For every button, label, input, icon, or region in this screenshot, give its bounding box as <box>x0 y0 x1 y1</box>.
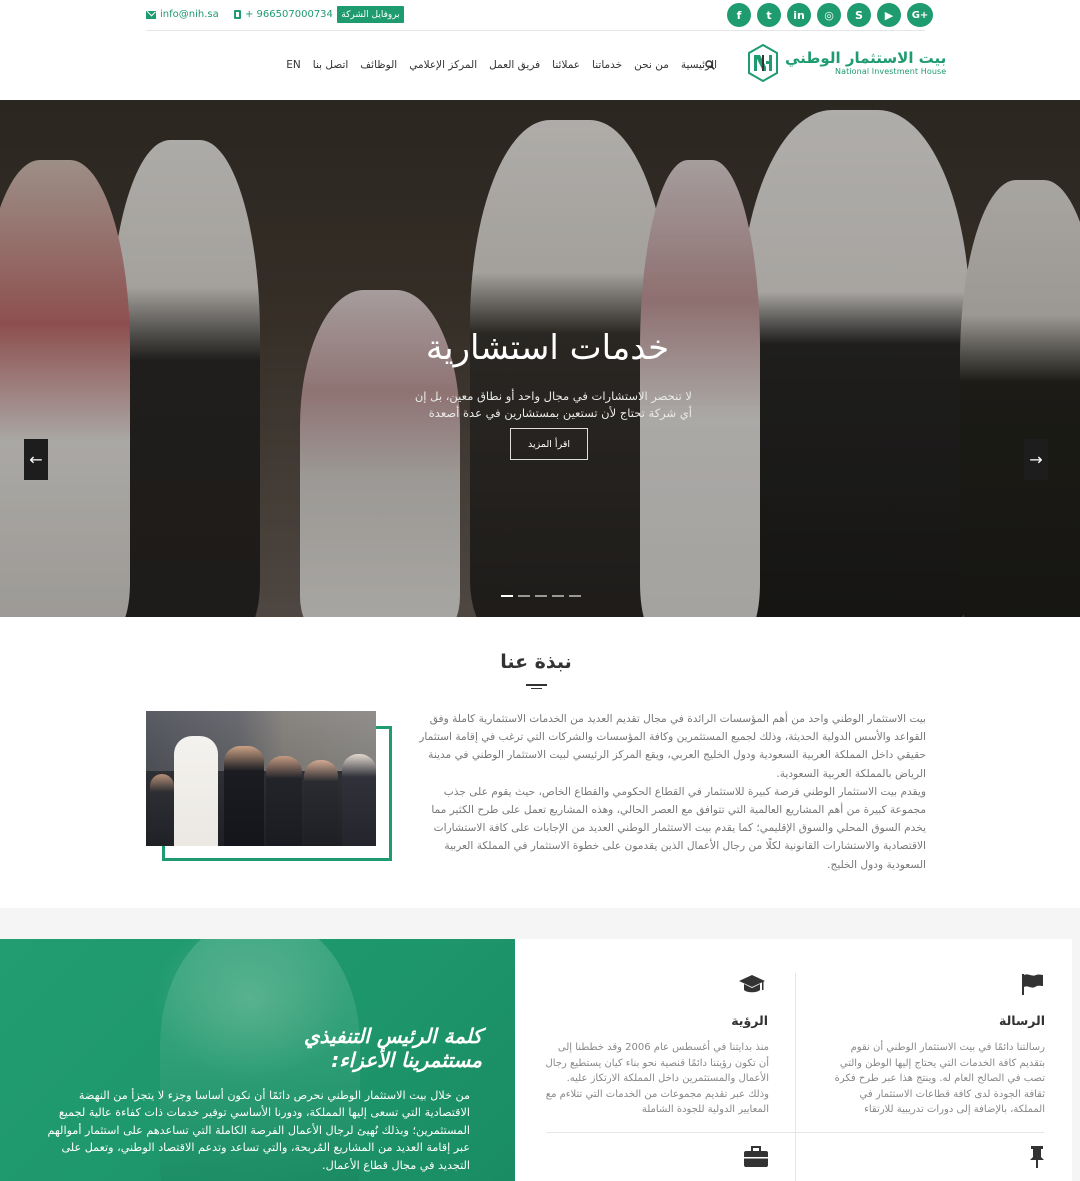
about-photo-person <box>174 736 218 846</box>
about-photo-person <box>342 754 376 846</box>
about-title: نبذة عنا <box>500 651 572 673</box>
nav-item-team[interactable]: فريق العمل <box>489 59 540 71</box>
ceo-title-line: مستثمرينا الأعزاء: <box>331 1048 482 1072</box>
about-photo-person <box>150 774 174 846</box>
about-photo-person <box>266 756 302 846</box>
slider-dot[interactable] <box>552 595 564 597</box>
pushpin-icon <box>1030 1146 1044 1168</box>
about-text: بيت الاستثمار الوطني واحد من أهم المؤسسا… <box>416 710 926 874</box>
facebook-icon[interactable]: f <box>727 3 751 27</box>
twitter-icon[interactable]: t <box>757 3 781 27</box>
language-switch[interactable]: EN <box>286 59 301 71</box>
email-link[interactable]: info@nih.sa <box>146 9 219 20</box>
vision-title: الرؤية <box>731 1013 768 1028</box>
envelope-icon <box>146 10 156 19</box>
phone-link[interactable]: + 966507000734 <box>234 9 333 20</box>
about-photo-person <box>224 746 264 846</box>
graduation-cap-icon <box>739 975 765 993</box>
slider-dot[interactable] <box>501 595 513 597</box>
nav-item-contact[interactable]: اتصل بنا <box>313 59 349 71</box>
divider <box>546 1132 1044 1133</box>
slider-dot[interactable] <box>569 595 581 597</box>
hero-title: خدمات استشارية <box>425 328 670 368</box>
slider-dots <box>501 595 581 597</box>
nav-item-jobs[interactable]: الوظائف <box>360 59 397 71</box>
title-underline <box>531 688 542 689</box>
title-underline <box>526 684 547 686</box>
google-plus-icon[interactable]: G+ <box>907 3 933 27</box>
ceo-title-line: كلمة الرئيس التنفيذي <box>303 1024 482 1048</box>
instagram-icon[interactable]: ◎ <box>817 3 841 27</box>
logo[interactable]: بيت الاستثمار الوطني National Investment… <box>747 44 946 82</box>
nav-item-home[interactable]: الرئيسية <box>681 59 717 71</box>
slider-prev-arrow-icon[interactable]: ← <box>24 439 48 480</box>
nav-item-media-center[interactable]: المركز الإعلامي <box>409 59 477 71</box>
nav-menu: الرئيسية من نحن خدماتنا عملائنا فريق الع… <box>286 59 717 71</box>
phone-text[interactable]: + 966507000734 <box>245 9 333 20</box>
youtube-icon[interactable]: ▶ <box>877 3 901 27</box>
ceo-title: كلمة الرئيس التنفيذي مستثمرينا الأعزاء: <box>200 1024 482 1072</box>
mission-text: رسالتنا دائمًا في بيت الاستثمار الوطني أ… <box>834 1042 1045 1116</box>
slider-next-arrow-icon[interactable]: → <box>1024 439 1048 480</box>
about-paragraph: بيت الاستثمار الوطني واحد من أهم المؤسسا… <box>419 713 926 780</box>
about-paragraph: ويقدم بيت الاستثمار الوطني فرصة كبيرة لل… <box>431 785 926 871</box>
email-text[interactable]: info@nih.sa <box>160 9 219 20</box>
slider-dot[interactable] <box>535 595 547 597</box>
read-more-button[interactable]: اقرأ المزيد <box>510 428 588 460</box>
linkedin-icon[interactable]: in <box>787 3 811 27</box>
logo-english-text: National Investment House <box>835 66 947 76</box>
top-bar: info@nih.sa + 966507000734 بروفايل الشرك… <box>0 0 1080 31</box>
ceo-message-text: من خلال بيت الاستثمار الوطني نحرص دائمًا… <box>47 1089 470 1172</box>
nav-item-about[interactable]: من نحن <box>634 59 669 71</box>
logo-mark-icon <box>747 44 779 82</box>
phone-icon <box>234 10 241 19</box>
briefcase-icon <box>744 1146 768 1167</box>
skype-icon[interactable]: S <box>847 3 871 27</box>
nav-item-clients[interactable]: عملائنا <box>552 59 580 71</box>
about-photo <box>146 711 376 846</box>
mission-title: الرسالة <box>998 1013 1045 1028</box>
slider-dot[interactable] <box>518 595 530 597</box>
social-links: f t in ◎ S ▶ G+ <box>727 3 933 27</box>
divider <box>795 973 796 1181</box>
nav-item-services[interactable]: خدماتنا <box>592 59 622 71</box>
logo-arabic-text: بيت الاستثمار الوطني <box>785 48 947 67</box>
company-profile-button[interactable]: بروفايل الشركة <box>337 6 404 23</box>
flag-icon <box>1022 974 1043 995</box>
about-photo-person <box>304 760 338 846</box>
vision-text: منذ بدايتنا في أغسطس عام 2006 وقد خططنا … <box>545 1042 769 1116</box>
hero-subtitle: لا تنحصر الاستشارات في مجال واحد أو نطاق… <box>414 389 692 420</box>
